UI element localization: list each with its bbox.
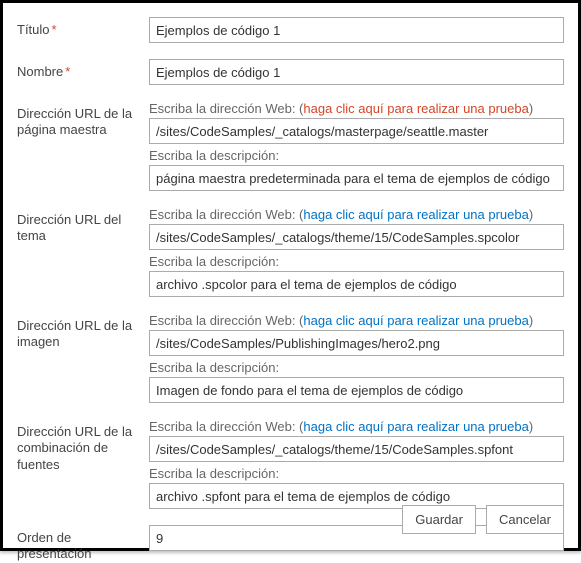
row-name: Nombre* [17,59,564,85]
label-image-url: Dirección URL de la imagen [17,313,149,351]
sublabel-desc: Escriba la descripción: [149,254,564,269]
label-title: Título* [17,17,149,38]
sublabel-web: Escriba la dirección Web: (haga clic aqu… [149,419,564,434]
label-theme-url: Dirección URL del tema [17,207,149,245]
test-link-image[interactable]: haga clic aquí para realizar una prueba [303,313,528,328]
row-master-url: Dirección URL de la página maestra Escri… [17,101,564,191]
label-order: Orden de presentación [17,525,149,563]
row-font-url: Dirección URL de la combinación de fuent… [17,419,564,509]
row-theme-url: Dirección URL del tema Escriba la direcc… [17,207,564,297]
sublabel-web: Escriba la dirección Web: (haga clic aqu… [149,207,564,222]
sublabel-desc: Escriba la descripción: [149,466,564,481]
image-desc-input[interactable] [149,377,564,403]
button-row: Guardar Cancelar [402,505,564,534]
sublabel-desc: Escriba la descripción: [149,360,564,375]
row-title: Título* [17,17,564,43]
required-icon: * [65,64,70,79]
theme-url-input[interactable] [149,224,564,250]
save-button[interactable]: Guardar [402,505,476,534]
master-desc-input[interactable] [149,165,564,191]
row-image-url: Dirección URL de la imagen Escriba la di… [17,313,564,403]
sublabel-web: Escriba la dirección Web: (haga clic aqu… [149,101,564,116]
theme-desc-input[interactable] [149,271,564,297]
test-link-theme[interactable]: haga clic aquí para realizar una prueba [303,207,528,222]
sublabel-web: Escriba la dirección Web: (haga clic aqu… [149,313,564,328]
image-url-input[interactable] [149,330,564,356]
label-name: Nombre* [17,59,149,80]
cancel-button[interactable]: Cancelar [486,505,564,534]
form-frame: Título* Nombre* Dirección URL de la pági… [0,0,581,551]
master-url-input[interactable] [149,118,564,144]
test-link-master[interactable]: haga clic aquí para realizar una prueba [303,101,528,116]
font-url-input[interactable] [149,436,564,462]
test-link-font[interactable]: haga clic aquí para realizar una prueba [303,419,528,434]
name-input[interactable] [149,59,564,85]
label-master-url: Dirección URL de la página maestra [17,101,149,139]
title-input[interactable] [149,17,564,43]
required-icon: * [52,22,57,37]
label-font-url: Dirección URL de la combinación de fuent… [17,419,149,473]
sublabel-desc: Escriba la descripción: [149,148,564,163]
